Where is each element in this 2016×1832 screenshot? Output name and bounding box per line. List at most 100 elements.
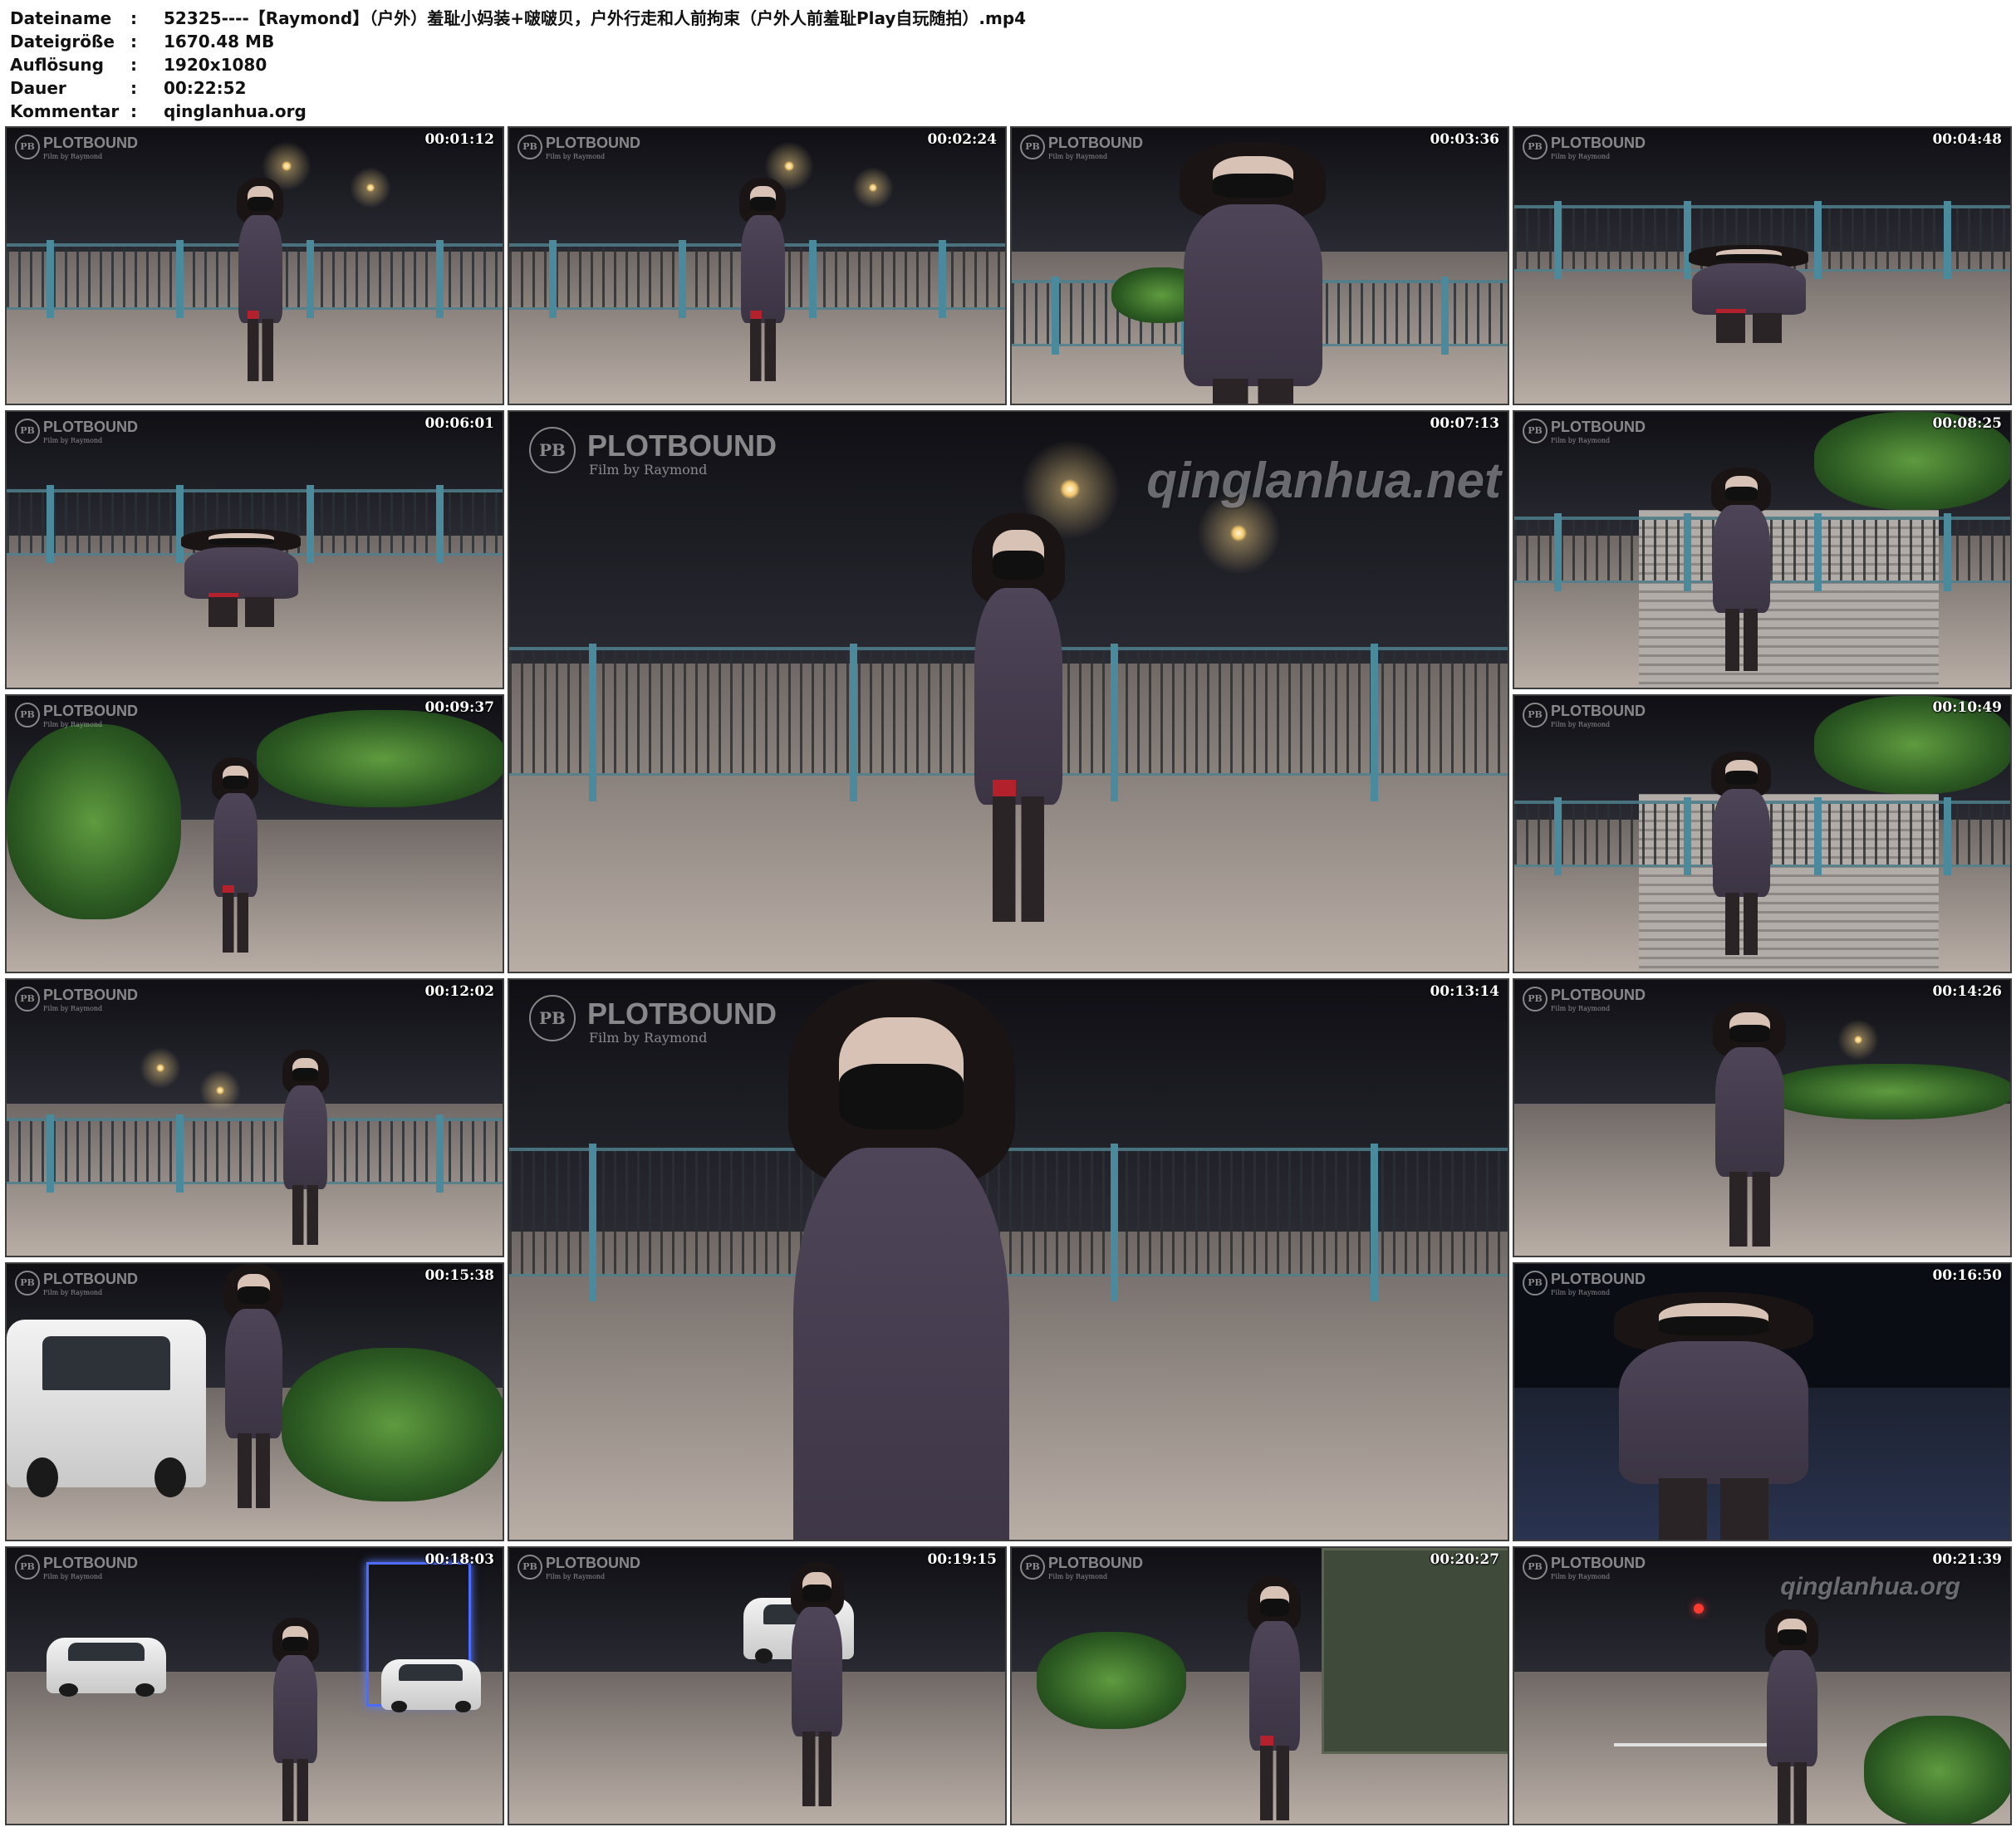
brand-subtitle: Film by Raymond [1551, 437, 1611, 444]
figure-mask [222, 775, 248, 790]
railing-post [1111, 644, 1118, 801]
railing-post [1554, 201, 1562, 279]
woman-figure [1161, 141, 1344, 404]
brand-name: PLOTBOUND [1551, 1555, 1646, 1571]
brand-name: PLOTBOUND [587, 997, 777, 1031]
figure-mask [1259, 1598, 1290, 1616]
figure-mask [839, 1064, 964, 1129]
figure-mask [993, 551, 1044, 580]
figure-dress [1713, 505, 1770, 614]
railing-post [1684, 797, 1691, 875]
railing-post [1554, 797, 1562, 875]
thumbnail-timestamp: 00:10:49 [1932, 699, 2002, 716]
plotbound-mark-icon: PB [15, 987, 40, 1012]
video-thumbnail[interactable]: PB PLOTBOUND Film by Raymond 00:07:13 qingla… [508, 410, 1509, 973]
video-thumbnail[interactable]: PB PLOTBOUND Film by Raymond 00:13:14 [508, 978, 1509, 1541]
thumbnail-timestamp: 00:19:15 [927, 1551, 997, 1568]
thumbnail-timestamp: 00:20:27 [1430, 1551, 1499, 1568]
video-thumbnail[interactable]: PB PLOTBOUND Film by Raymond 00:10:49 [1513, 694, 2012, 973]
woman-figure [1704, 752, 1778, 959]
railing-post [436, 1114, 444, 1193]
figure-legs [1212, 379, 1293, 404]
figure-stocking-band [1715, 308, 1746, 313]
video-thumbnail[interactable]: PB PLOTBOUND Film by Raymond 00:18:03 [5, 1546, 504, 1825]
tree [281, 1347, 503, 1501]
woman-figure [733, 178, 792, 385]
video-thumbnail[interactable]: PB PLOTBOUND Film by Raymond 00:15:38 [5, 1262, 504, 1541]
brand-subtitle: Film by Raymond [546, 153, 606, 160]
plotbound-mark-icon: PB [517, 135, 542, 159]
brand-subtitle: Film by Raymond [1048, 153, 1108, 160]
tree [256, 709, 503, 808]
figure-dress [184, 546, 298, 600]
woman-figure [166, 529, 316, 629]
figure-legs [282, 1759, 308, 1821]
figure-stocking-band [993, 780, 1017, 797]
plotbound-mark-icon: PB [1523, 1271, 1548, 1296]
brand-subtitle: Film by Raymond [589, 1030, 708, 1046]
figure-mask [750, 196, 776, 212]
video-thumbnail[interactable]: PB PLOTBOUND Film by Raymond 00:09:37 [5, 694, 504, 973]
railing-post [1111, 1144, 1118, 1301]
figure-mask [1777, 1629, 1808, 1646]
plotbound-mark-icon: PB [1523, 987, 1548, 1012]
plotbound-mark-icon: PB [1020, 135, 1045, 159]
brand-subtitle: Film by Raymond [43, 1005, 103, 1012]
video-thumbnail[interactable]: PB PLOTBOUND Film by Raymond 00:02:24 [508, 126, 1007, 405]
figure-legs [237, 1433, 271, 1508]
car-wheel [154, 1457, 187, 1497]
railing-post [1944, 797, 1951, 875]
video-thumbnail[interactable]: PB PLOTBOUND Film by Raymond 00:12:02 [5, 978, 504, 1257]
figure-dress [1714, 1046, 1785, 1177]
street-lamp [365, 184, 375, 193]
plotbound-mark-icon: PB [15, 703, 40, 727]
brand-subtitle: Film by Raymond [1551, 1573, 1611, 1580]
figure-stocking-band [248, 311, 260, 320]
video-thumbnail[interactable]: PB PLOTBOUND Film by Raymond 00:16:50 [1513, 1262, 2012, 1541]
video-thumbnail[interactable]: PB PLOTBOUND Film by Raymond 00:14:26 [1513, 978, 2012, 1257]
brand-name: PLOTBOUND [1551, 135, 1646, 151]
figure-dress [793, 1148, 1009, 1540]
brand-name: PLOTBOUND [43, 1555, 138, 1571]
figure-dress [792, 1606, 842, 1736]
railing-post [1814, 797, 1822, 875]
video-thumbnail[interactable]: PB PLOTBOUND Film by Raymond 00:04:48 [1513, 126, 2012, 405]
railing-post [47, 240, 54, 318]
video-thumbnail[interactable]: PB PLOTBOUND Film by Raymond 00:06:01 [5, 410, 504, 689]
thumbnail-timestamp: 00:06:01 [424, 415, 494, 432]
brand-subtitle: Film by Raymond [1551, 153, 1611, 160]
video-thumbnail[interactable]: PB PLOTBOUND Film by Raymond 00:08:25 [1513, 410, 2012, 689]
video-thumbnail[interactable]: PB PLOTBOUND Film by Raymond 00:01:12 [5, 126, 504, 405]
brand-subtitle: Film by Raymond [1551, 721, 1611, 728]
figure-mask [282, 1636, 308, 1651]
video-thumbnail[interactable]: PB PLOTBOUND Film by Raymond 00:03:36 [1010, 126, 1509, 405]
thumbnail-grid: PB PLOTBOUND Film by Raymond 00:01:12 PB PLOT… [0, 0, 2016, 1832]
car-window [68, 1643, 145, 1661]
video-thumbnail[interactable]: PB PLOTBOUND Film by Raymond 00:19:15 [508, 1546, 1007, 1825]
tree [1863, 1715, 2010, 1824]
brand-name: PLOTBOUND [1551, 703, 1646, 719]
thumbnail-timestamp: 00:07:13 [1430, 415, 1499, 432]
thumbnail-timestamp: 00:02:24 [927, 131, 997, 148]
thumbnail-timestamp: 00:21:39 [1932, 1551, 2002, 1568]
truck [1321, 1548, 1508, 1754]
car-wheel [754, 1648, 773, 1663]
video-thumbnail[interactable]: PB PLOTBOUND Film by Raymond 00:21:39 qingla… [1513, 1546, 2012, 1825]
woman-figure [231, 178, 289, 385]
thumbnail-timestamp: 00:01:12 [424, 131, 494, 148]
brand-name: PLOTBOUND [1048, 1555, 1143, 1571]
figure-mask [1724, 770, 1758, 786]
brand-name: PLOTBOUND [546, 135, 640, 151]
plotbound-mark-icon: PB [529, 995, 576, 1041]
figure-stocking-band [1259, 1735, 1273, 1746]
plotbound-mark-icon: PB [1523, 703, 1548, 727]
video-thumbnail[interactable]: PB PLOTBOUND Film by Raymond 00:20:27 [1010, 1546, 1509, 1825]
thumbnail-timestamp: 00:15:38 [424, 1267, 494, 1284]
figure-legs [1729, 1171, 1770, 1247]
car-window [42, 1336, 171, 1390]
brand-name: PLOTBOUND [1551, 987, 1646, 1003]
figure-mask [237, 1286, 271, 1304]
figure-dress [974, 588, 1063, 806]
woman-figure [784, 1561, 851, 1811]
railing-post [47, 1114, 54, 1193]
